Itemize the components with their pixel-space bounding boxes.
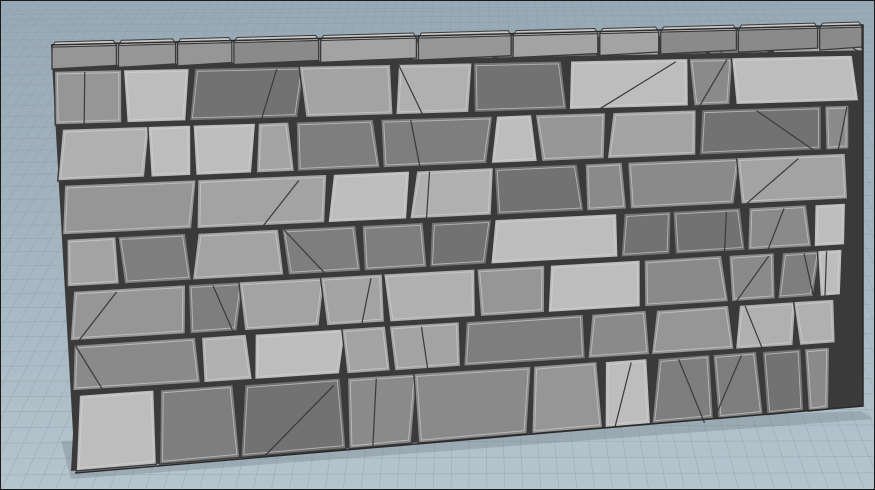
stone-block xyxy=(327,170,411,224)
stone-block xyxy=(66,235,121,288)
stone-block xyxy=(192,122,257,177)
stone-block xyxy=(746,203,813,252)
stone-block xyxy=(319,273,386,327)
stone-block xyxy=(534,111,607,163)
stone-block xyxy=(813,202,847,248)
stone-block xyxy=(730,54,860,106)
cap-stone xyxy=(818,26,863,51)
stone-block xyxy=(620,210,673,258)
stone-block xyxy=(408,166,495,220)
cap-stone xyxy=(512,32,599,59)
stone-block xyxy=(298,63,394,119)
cap-stone xyxy=(176,41,233,67)
cap-stone xyxy=(599,31,660,57)
stone-block xyxy=(490,113,539,165)
stone-block xyxy=(122,67,191,124)
stone-block xyxy=(489,212,619,265)
stone-block xyxy=(606,108,698,160)
stone-block xyxy=(688,56,734,107)
stone-block xyxy=(200,333,254,384)
stone-block xyxy=(238,276,326,332)
stone-block xyxy=(188,65,306,122)
cap-stone xyxy=(117,43,177,69)
stone-block xyxy=(361,221,428,272)
stone-block xyxy=(158,383,241,465)
stone-block xyxy=(734,300,797,351)
stone-block xyxy=(761,347,805,416)
stone-block xyxy=(295,118,382,173)
stone-block xyxy=(568,57,690,111)
stone-block xyxy=(75,389,158,472)
stone-crack xyxy=(83,71,86,125)
cap-stone xyxy=(233,39,320,66)
stone-block xyxy=(531,360,604,435)
stone-block xyxy=(476,264,546,318)
stone-block xyxy=(281,224,362,276)
stone-block xyxy=(493,163,585,216)
stone-block xyxy=(428,218,493,269)
stone-block xyxy=(53,68,123,126)
cap-stone xyxy=(51,44,118,70)
stone-block xyxy=(587,309,651,360)
stone-block xyxy=(380,115,494,169)
stone-block xyxy=(71,336,202,392)
stone-block xyxy=(472,60,568,114)
cap-stone xyxy=(417,34,512,61)
viewport-scene[interactable] xyxy=(1,1,875,490)
stone-block xyxy=(728,251,777,303)
stone-wall-model[interactable] xyxy=(50,21,864,474)
stone-block xyxy=(346,372,418,450)
cap-stone xyxy=(660,29,738,55)
cap-stone xyxy=(737,27,819,53)
stone-block xyxy=(604,357,652,429)
stone-block xyxy=(462,313,587,368)
3d-viewport[interactable] xyxy=(0,0,875,490)
cap-stone xyxy=(320,37,418,64)
stone-block xyxy=(117,232,193,285)
stone-block xyxy=(56,125,151,182)
stone-block xyxy=(584,161,628,212)
stone-block xyxy=(671,206,747,256)
stone-block xyxy=(395,61,473,116)
stone-block xyxy=(147,124,192,179)
